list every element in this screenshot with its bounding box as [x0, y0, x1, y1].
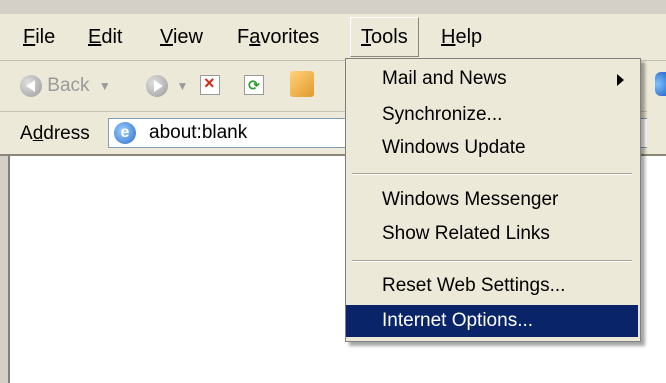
forward-arrow-icon	[146, 75, 168, 97]
menu-item-show-related-links[interactable]: Show Related Links	[346, 218, 638, 250]
menu-separator	[352, 260, 632, 262]
address-value: about:blank	[149, 122, 248, 143]
home-icon[interactable]	[290, 71, 314, 97]
menu-favorites[interactable]: Favorites	[237, 22, 319, 52]
menu-help[interactable]: Help	[441, 22, 482, 52]
menu-separator	[352, 173, 632, 175]
menu-item-synchronize[interactable]: Synchronize...	[346, 99, 638, 131]
back-arrow-icon	[20, 75, 42, 97]
menu-item-mail-and-news[interactable]: Mail and News	[346, 63, 638, 95]
menu-item-reset-web-settings[interactable]: Reset Web Settings...	[346, 270, 638, 302]
menu-bar: File Edit View Favorites Tools Help	[0, 14, 666, 61]
browser-window: File Edit View Favorites Tools Help Back…	[0, 0, 666, 383]
menu-item-internet-options[interactable]: Internet Options...	[346, 305, 638, 337]
refresh-icon[interactable]: ⟳	[244, 75, 264, 95]
menu-item-windows-update[interactable]: Windows Update	[346, 132, 638, 164]
forward-button[interactable]: ▼	[146, 73, 188, 99]
menu-file[interactable]: File	[23, 22, 55, 52]
chevron-down-icon: ▼	[176, 79, 189, 93]
globe-icon	[655, 72, 666, 96]
menu-edit[interactable]: Edit	[88, 22, 122, 52]
ie-page-icon: e	[114, 122, 136, 144]
tools-menu-dropdown: Mail and News Synchronize... Windows Upd…	[345, 58, 641, 342]
back-button[interactable]: Back ▼	[20, 73, 111, 99]
chevron-down-icon: ▼	[98, 79, 111, 93]
menu-item-windows-messenger[interactable]: Windows Messenger	[346, 184, 638, 216]
stop-icon[interactable]	[200, 73, 220, 95]
back-label: Back	[47, 75, 90, 97]
submenu-arrow-icon	[617, 74, 624, 86]
address-label: Address	[20, 123, 90, 144]
menu-view[interactable]: View	[160, 22, 203, 52]
menu-tools[interactable]: Tools	[350, 17, 419, 57]
